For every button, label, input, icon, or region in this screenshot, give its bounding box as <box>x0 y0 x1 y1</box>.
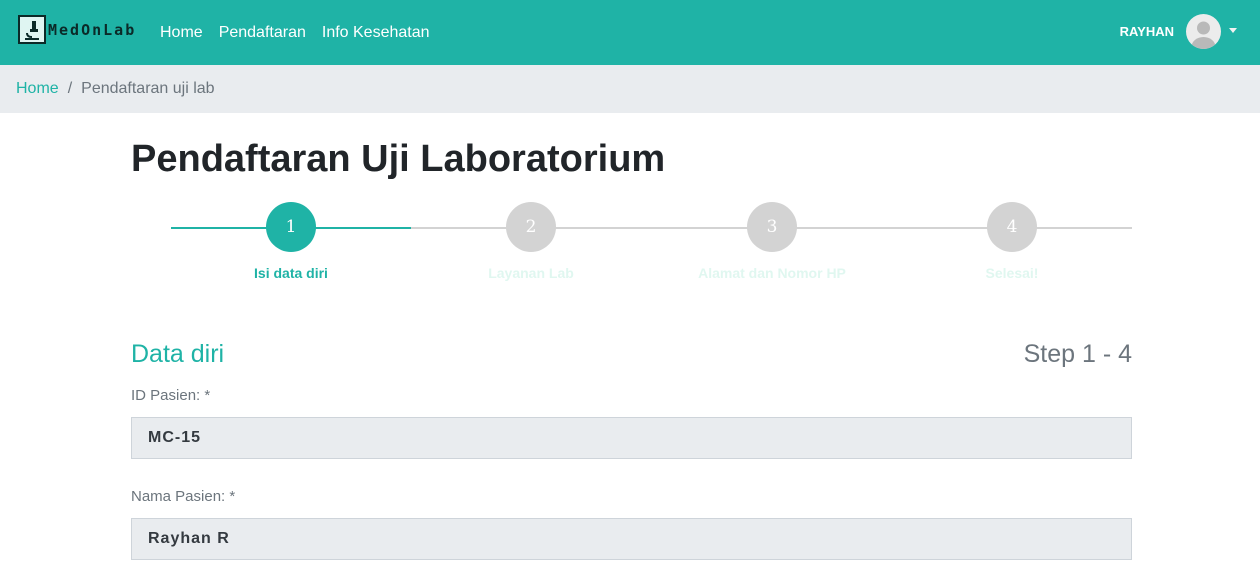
navbar: MedOnLab Home Pendaftaran Info Kesehatan… <box>0 0 1260 65</box>
breadcrumb-current: Pendaftaran uji lab <box>81 80 215 97</box>
nav-link-pendaftaran[interactable]: Pendaftaran <box>219 24 306 42</box>
patient-name-field[interactable]: Rayhan R <box>131 518 1132 560</box>
nav-link-home[interactable]: Home <box>160 24 203 42</box>
nav-links: Home Pendaftaran Info Kesehatan <box>160 0 446 65</box>
progress-stepper: 1 2 3 4 Isi data diri Layanan Lab Alamat… <box>171 200 1132 290</box>
user-name[interactable]: RAYHAN <box>1120 24 1174 39</box>
step-3-label: Alamat dan Nomor HP <box>698 265 846 281</box>
user-avatar-icon[interactable] <box>1186 14 1221 49</box>
step-2-label: Layanan Lab <box>488 265 574 281</box>
step-3-circle: 3 <box>747 202 797 252</box>
page-title: Pendaftaran Uji Laboratorium <box>131 138 666 180</box>
step-2-circle: 2 <box>506 202 556 252</box>
nav-link-info-kesehatan[interactable]: Info Kesehatan <box>322 24 430 42</box>
brand-logo[interactable]: MedOnLab <box>18 15 136 44</box>
step-1-circle: 1 <box>266 202 316 252</box>
chevron-down-icon[interactable] <box>1229 28 1237 33</box>
patient-id-field[interactable]: MC-15 <box>131 417 1132 459</box>
patient-name-label: Nama Pasien: * <box>131 488 236 505</box>
breadcrumb-home[interactable]: Home <box>16 80 59 98</box>
brand-name: MedOnLab <box>48 20 137 39</box>
section-title: Data diri <box>131 340 225 368</box>
step-1-label: Isi data diri <box>254 265 328 281</box>
breadcrumb-separator: / <box>67 80 73 97</box>
breadcrumb: Home / Pendaftaran uji lab <box>0 65 1260 113</box>
step-4-label: Selesai! <box>985 265 1039 281</box>
step-4-circle: 4 <box>987 202 1037 252</box>
patient-id-label: ID Pasien: * <box>131 387 211 404</box>
step-count: Step 1 - 4 <box>1023 340 1132 368</box>
microscope-icon <box>18 15 46 44</box>
